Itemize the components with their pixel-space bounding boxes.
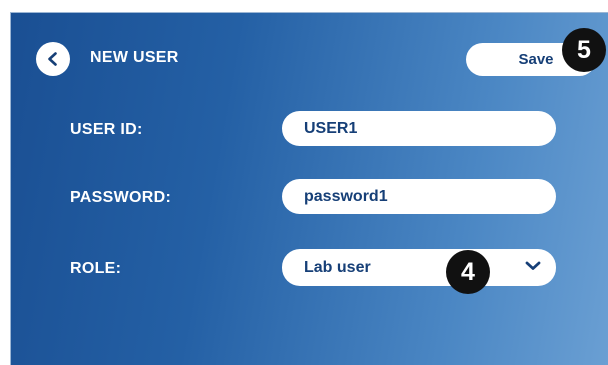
new-user-screen: NEW USER Save USER ID: USER1 PASSWORD: p…: [10, 12, 608, 365]
page-title: NEW USER: [90, 49, 179, 66]
user-id-value: USER1: [304, 119, 358, 137]
user-id-label: USER ID:: [70, 121, 143, 138]
back-button[interactable]: [36, 42, 70, 76]
password-value: password1: [304, 187, 388, 205]
save-button-label: Save: [518, 51, 554, 68]
role-value: Lab user: [304, 258, 371, 276]
callout-marker-save: 5: [562, 28, 606, 72]
role-label: ROLE:: [70, 260, 122, 277]
password-label: PASSWORD:: [70, 189, 172, 206]
user-id-field[interactable]: USER1: [282, 111, 556, 146]
callout-marker-role: 4: [446, 250, 490, 294]
chevron-down-icon: [525, 261, 541, 270]
password-field[interactable]: password1: [282, 179, 556, 214]
chevron-left-icon: [48, 52, 57, 66]
role-select[interactable]: Lab user: [282, 249, 556, 286]
